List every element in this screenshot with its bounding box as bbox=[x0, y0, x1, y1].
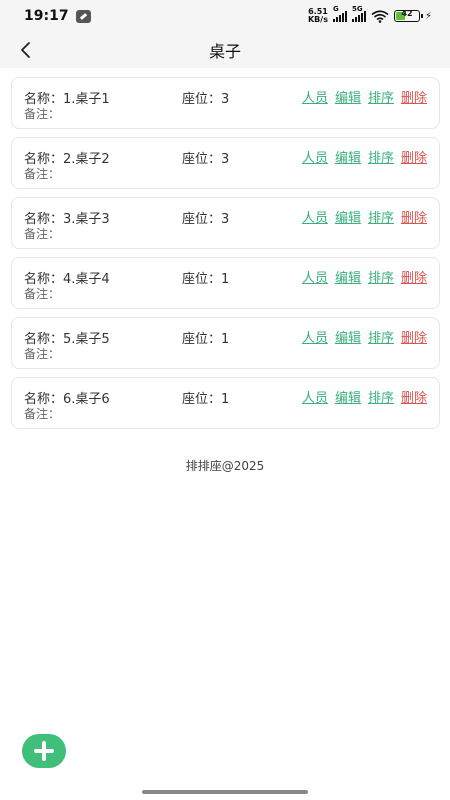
table-card: 名称：1.桌子1 座位：3 备注： 人员 编辑 排序 删除 bbox=[11, 77, 440, 129]
delete-link[interactable]: 删除 bbox=[401, 387, 427, 406]
members-link[interactable]: 人员 bbox=[302, 387, 328, 406]
card-actions: 人员 编辑 排序 删除 bbox=[302, 147, 427, 166]
members-link[interactable]: 人员 bbox=[302, 207, 328, 226]
edit-link[interactable]: 编辑 bbox=[335, 267, 361, 286]
sort-link[interactable]: 排序 bbox=[368, 327, 394, 346]
table-note: 备注： bbox=[24, 407, 61, 421]
members-link[interactable]: 人员 bbox=[302, 87, 328, 106]
members-link[interactable]: 人员 bbox=[302, 147, 328, 166]
edit-link[interactable]: 编辑 bbox=[335, 207, 361, 226]
table-seats: 座位：1 bbox=[182, 332, 230, 347]
table-note: 备注： bbox=[24, 107, 61, 121]
table-seats: 座位：3 bbox=[182, 212, 230, 227]
signal-icon: G bbox=[332, 5, 347, 22]
page-title: 桌子 bbox=[208, 42, 241, 61]
sort-link[interactable]: 排序 bbox=[368, 267, 394, 286]
card-actions: 人员 编辑 排序 删除 bbox=[302, 327, 427, 346]
wrench-icon bbox=[75, 9, 91, 23]
back-button[interactable] bbox=[16, 40, 34, 60]
card-actions: 人员 编辑 排序 删除 bbox=[302, 87, 427, 106]
edit-link[interactable]: 编辑 bbox=[335, 87, 361, 106]
network-speed: 6.51 KB/s bbox=[307, 7, 328, 24]
table-card: 名称：6.桌子6 座位：1 备注： 人员 编辑 排序 删除 bbox=[11, 377, 440, 429]
chevron-left-icon bbox=[21, 42, 30, 58]
table-card: 名称：4.桌子4 座位：1 备注： 人员 编辑 排序 删除 bbox=[11, 257, 440, 309]
table-seats: 座位：3 bbox=[182, 92, 230, 107]
sort-link[interactable]: 排序 bbox=[368, 207, 394, 226]
status-time: 19:17 bbox=[24, 8, 69, 24]
sort-link[interactable]: 排序 bbox=[368, 147, 394, 166]
table-card: 名称：2.桌子2 座位：3 备注： 人员 编辑 排序 删除 bbox=[11, 137, 440, 189]
edit-link[interactable]: 编辑 bbox=[335, 147, 361, 166]
card-actions: 人员 编辑 排序 删除 bbox=[302, 387, 427, 406]
table-note: 备注： bbox=[24, 167, 61, 181]
table-note: 备注： bbox=[24, 287, 61, 301]
plus-icon bbox=[34, 741, 54, 761]
members-link[interactable]: 人员 bbox=[302, 267, 328, 286]
status-icons: 6.51 KB/s G 5G 42 ⚡ bbox=[307, 5, 432, 24]
nav-bar: 桌子 bbox=[0, 32, 450, 68]
delete-link[interactable]: 删除 bbox=[401, 267, 427, 286]
table-list: 名称：1.桌子1 座位：3 备注： 人员 编辑 排序 删除 名称：2.桌子2 座… bbox=[11, 77, 440, 437]
table-note: 备注： bbox=[24, 227, 61, 241]
table-seats: 座位：1 bbox=[182, 392, 230, 407]
wifi-icon bbox=[371, 9, 389, 23]
charging-icon: ⚡ bbox=[424, 10, 432, 22]
sort-link[interactable]: 排序 bbox=[368, 87, 394, 106]
delete-link[interactable]: 删除 bbox=[401, 87, 427, 106]
edit-link[interactable]: 编辑 bbox=[335, 387, 361, 406]
card-actions: 人员 编辑 排序 删除 bbox=[302, 267, 427, 286]
table-card: 名称：3.桌子3 座位：3 备注： 人员 编辑 排序 删除 bbox=[11, 197, 440, 249]
card-actions: 人员 编辑 排序 删除 bbox=[302, 207, 427, 226]
edit-link[interactable]: 编辑 bbox=[335, 327, 361, 346]
delete-link[interactable]: 删除 bbox=[401, 327, 427, 346]
table-card: 名称：5.桌子5 座位：1 备注： 人员 编辑 排序 删除 bbox=[11, 317, 440, 369]
footer-text: 排排座@2025 bbox=[185, 459, 265, 473]
add-table-button[interactable] bbox=[22, 734, 66, 768]
delete-link[interactable]: 删除 bbox=[401, 207, 427, 226]
battery-icon: 42 bbox=[393, 9, 423, 22]
sort-link[interactable]: 排序 bbox=[368, 387, 394, 406]
delete-link[interactable]: 删除 bbox=[401, 147, 427, 166]
table-note: 备注： bbox=[24, 347, 61, 361]
table-seats: 座位：3 bbox=[182, 152, 230, 167]
home-indicator[interactable] bbox=[142, 790, 308, 794]
members-link[interactable]: 人员 bbox=[302, 327, 328, 346]
status-bar: 19:17 6.51 KB/s G 5G 42 ⚡ bbox=[0, 0, 450, 32]
table-seats: 座位：1 bbox=[182, 272, 230, 287]
signal-5g-icon: 5G bbox=[351, 5, 366, 22]
